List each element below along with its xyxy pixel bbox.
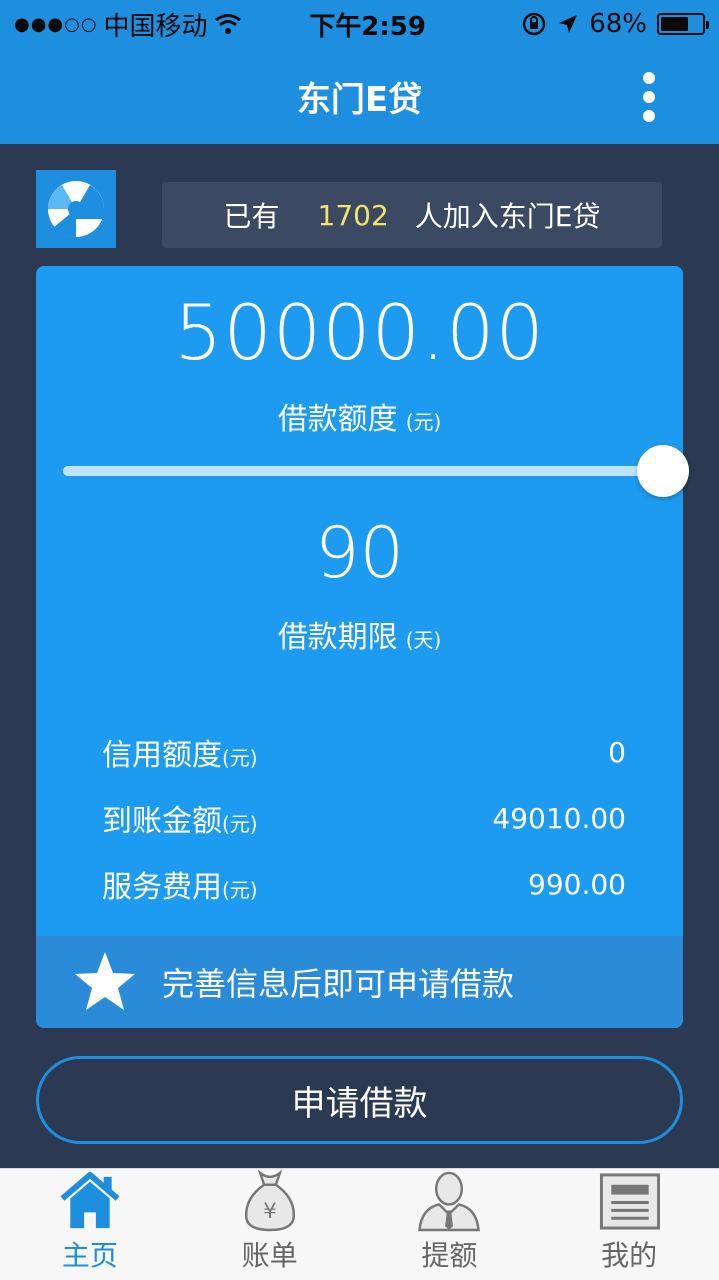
term-unit: (天) bbox=[405, 628, 442, 652]
nav-bar: 东门E贷 bbox=[0, 48, 719, 144]
more-dot-icon bbox=[643, 110, 655, 122]
app-logo bbox=[36, 170, 116, 248]
location-arrow-icon bbox=[559, 15, 578, 33]
received-amount-label: 到账金额(元) bbox=[102, 796, 258, 840]
credit-limit-value: 0 bbox=[608, 735, 626, 769]
detail-label: 服务费用 bbox=[102, 870, 222, 905]
tab-label: 主页 bbox=[61, 1239, 118, 1272]
tab-label: 提额 bbox=[421, 1239, 478, 1272]
term-label-text: 借款期限 bbox=[277, 620, 398, 655]
rotation-lock-icon bbox=[522, 12, 546, 36]
user-icon bbox=[418, 1171, 481, 1232]
document-icon bbox=[600, 1173, 661, 1230]
tab-raise-limit[interactable]: 提额 bbox=[360, 1169, 540, 1280]
loan-term: 90 bbox=[314, 512, 405, 594]
detail-label: 信用额度 bbox=[102, 738, 222, 773]
amount-label-text: 借款额度 bbox=[277, 402, 398, 437]
service-fee-value: 990.00 bbox=[528, 867, 626, 901]
loan-card: 50000.00 借款额度 (元) 90 借款期限 (天) 信用额度(元) 0 到账… bbox=[36, 266, 689, 1028]
more-dot-icon bbox=[643, 72, 655, 84]
credit-limit-row: 信用额度(元) 0 bbox=[102, 730, 626, 774]
tab-home[interactable]: 主页 bbox=[0, 1169, 180, 1280]
tab-bar: 主页 ¥ 账单 提额 我的 bbox=[0, 1168, 719, 1280]
join-count: 1702 bbox=[317, 198, 389, 232]
detail-unit: (元) bbox=[222, 812, 258, 836]
status-bar: ●●●○○ 中国移动 下午2:59 68% bbox=[0, 0, 719, 48]
status-time: 下午2:59 bbox=[309, 11, 426, 42]
battery-percent: 68% bbox=[589, 9, 647, 39]
detail-unit: (元) bbox=[222, 746, 258, 770]
status-left: ●●●○○ 中国移动 bbox=[14, 6, 274, 43]
amount-slider-handle[interactable] bbox=[637, 445, 689, 497]
received-amount-value: 49010.00 bbox=[492, 801, 626, 835]
logo-icon bbox=[48, 181, 106, 238]
more-menu-button[interactable] bbox=[637, 72, 661, 122]
banner-suffix: 人加入东门E贷 bbox=[414, 200, 601, 233]
credit-limit-label: 信用额度(元) bbox=[102, 730, 258, 774]
battery-level bbox=[661, 17, 689, 31]
service-fee-label: 服务费用(元) bbox=[102, 862, 258, 906]
banner-prefix: 已有 bbox=[223, 200, 280, 233]
loan-term-label: 借款期限 (天) bbox=[36, 612, 683, 656]
service-fee-row: 服务费用(元) 990.00 bbox=[102, 862, 626, 906]
join-count-banner: 已有 1702 人加入东门E贷 bbox=[162, 182, 662, 248]
tab-bills[interactable]: ¥ 账单 bbox=[180, 1169, 360, 1280]
status-right: 68% bbox=[521, 9, 709, 39]
notice-text: 完善信息后即可申请借款 bbox=[162, 965, 515, 1003]
tab-label: 我的 bbox=[601, 1239, 658, 1272]
money-bag-icon: ¥ bbox=[244, 1169, 295, 1232]
amount-unit: (元) bbox=[405, 410, 442, 434]
wifi-icon bbox=[214, 14, 241, 34]
apply-loan-button[interactable]: 申请借款 bbox=[36, 1056, 683, 1144]
detail-label: 到账金额 bbox=[102, 804, 222, 839]
loan-amount-label: 借款额度 (元) bbox=[36, 394, 683, 438]
received-amount-row: 到账金额(元) 49010.00 bbox=[102, 796, 626, 840]
detail-unit: (元) bbox=[222, 878, 258, 902]
notice-bar: 完善信息后即可申请借款 bbox=[36, 936, 683, 1028]
tab-label: 账单 bbox=[241, 1239, 298, 1272]
star-icon bbox=[75, 952, 135, 1010]
signal-strength-icon: ●●●○○ bbox=[14, 13, 98, 35]
svg-text:¥: ¥ bbox=[263, 1199, 277, 1224]
page-title: 东门E贷 bbox=[296, 79, 423, 120]
tab-mine[interactable]: 我的 bbox=[539, 1169, 719, 1280]
battery-icon bbox=[657, 13, 709, 35]
more-dot-icon bbox=[643, 91, 655, 103]
amount-slider-fill bbox=[63, 466, 663, 476]
loan-amount: 50000.00 bbox=[174, 288, 545, 377]
carrier-name: 中国移动 bbox=[103, 11, 208, 42]
home-icon bbox=[60, 1171, 120, 1229]
amount-slider-track[interactable] bbox=[63, 466, 663, 476]
